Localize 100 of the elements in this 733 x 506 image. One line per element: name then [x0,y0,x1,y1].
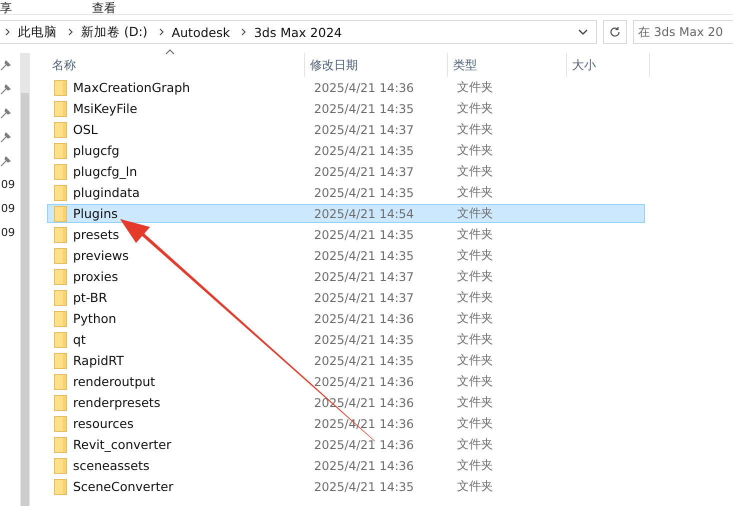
folder-icon [54,206,67,222]
file-row[interactable]: MsiKeyFile 2025/4/21 14:35 文件夹 [47,99,645,118]
file-row[interactable]: RapidRT 2025/4/21 14:35 文件夹 [47,351,645,370]
file-row[interactable]: pt-BR 2025/4/21 14:37 文件夹 [47,288,645,307]
breadcrumb-item[interactable]: 此电脑 [12,24,63,40]
column-header[interactable]: 类型 [448,53,567,77]
file-name: renderoutput [73,374,156,389]
folder-icon [54,226,67,242]
file-type: 文件夹 [456,79,494,96]
file-row[interactable]: Revit_converter 2025/4/21 14:36 文件夹 [47,435,645,454]
file-row[interactable]: sceneassets 2025/4/21 14:36 文件夹 [47,456,645,475]
nav-item-label[interactable]: 09 [0,221,15,245]
file-type: 文件夹 [456,142,494,159]
file-type: 文件夹 [456,121,494,138]
file-row[interactable]: presets 2025/4/21 14:35 文件夹 [47,225,645,244]
file-row[interactable]: plugcfg_ln 2025/4/21 14:37 文件夹 [47,162,645,181]
file-name: RapidRT [73,353,124,368]
modified-date: 2025/4/21 14:54 [313,206,415,220]
breadcrumb-item[interactable]: 3ds Max 2024 [248,24,348,40]
refresh-button[interactable] [603,20,627,44]
modified-date: 2025/4/21 14:37 [313,290,415,304]
pin-icon[interactable] [0,83,12,95]
file-name: plugindata [73,185,140,200]
chevron-down-icon[interactable] [578,28,588,36]
file-type: 文件夹 [456,331,494,348]
file-type: 文件夹 [456,100,494,117]
file-row[interactable]: proxies 2025/4/21 14:37 文件夹 [47,267,645,286]
file-type: 文件夹 [456,226,494,243]
file-type: 文件夹 [456,247,494,264]
modified-date: 2025/4/21 14:37 [313,164,415,178]
modified-date: 2025/4/21 14:36 [313,458,415,472]
file-row[interactable]: SceneConverter 2025/4/21 14:35 文件夹 [47,477,645,496]
file-name: plugcfg [73,143,120,158]
file-row[interactable]: qt 2025/4/21 14:35 文件夹 [47,330,645,349]
file-name: renderpresets [73,395,160,410]
file-row[interactable]: renderoutput 2025/4/21 14:36 文件夹 [47,372,645,391]
folder-icon [54,416,67,432]
file-name: presets [73,227,120,242]
modified-date: 2025/4/21 14:36 [313,80,415,94]
file-type: 文件夹 [456,310,494,327]
modified-date: 2025/4/21 14:35 [313,248,415,262]
file-name: plugcfg_ln [73,164,138,179]
file-name: SceneConverter [73,479,174,494]
file-type: 文件夹 [456,478,494,495]
pin-icon[interactable] [0,59,12,71]
file-row[interactable]: plugcfg 2025/4/21 14:35 文件夹 [47,141,645,160]
nav-item-label[interactable]: 09 [0,197,15,221]
folder-icon [54,458,67,474]
breadcrumb-item[interactable]: Autodesk [166,24,236,40]
file-type: 文件夹 [456,352,494,369]
folder-icon [54,478,67,494]
folder-icon [54,310,67,326]
file-type: 文件夹 [456,436,494,453]
file-row[interactable]: MaxCreationGraph 2025/4/21 14:36 文件夹 [47,78,645,97]
file-type: 文件夹 [456,163,494,180]
pin-icon[interactable] [0,155,12,167]
modified-date: 2025/4/21 14:37 [313,270,415,284]
column-header[interactable]: 名称 [47,53,305,77]
chevron-right-icon [158,28,166,36]
pin-icon[interactable] [0,131,12,143]
file-name: Revit_converter [73,437,172,452]
file-row[interactable]: Python 2025/4/21 14:36 文件夹 [47,309,645,328]
file-type: 文件夹 [456,394,494,411]
file-row[interactable]: plugindata 2025/4/21 14:35 文件夹 [47,183,645,202]
chevron-right-icon [240,28,248,36]
folder-icon [54,164,67,180]
chevron-right-icon [4,28,12,36]
modified-date: 2025/4/21 14:35 [313,480,415,494]
file-row[interactable]: Plugins 2025/4/21 14:54 文件夹 [47,204,645,223]
folder-icon [54,394,67,410]
column-header[interactable]: 大小 [567,53,650,77]
scrollbar[interactable] [20,53,30,506]
file-name: OSL [73,122,98,137]
file-row[interactable]: OSL 2025/4/21 14:37 文件夹 [47,120,645,139]
refresh-icon [609,26,622,38]
address-bar[interactable]: 此电脑 新加卷 (D:) Autodesk 3ds Max 2024 [0,20,598,44]
folder-icon [54,122,67,138]
pin-icon[interactable] [0,107,12,119]
column-header[interactable]: 修改日期 [305,53,448,77]
folder-icon [54,352,67,368]
folder-icon [54,436,67,452]
search-field[interactable]: 在 3ds Max 20 [633,20,733,44]
file-type: 文件夹 [456,415,494,432]
file-name: previews [73,248,129,263]
modified-date: 2025/4/21 14:35 [313,354,415,368]
modified-date: 2025/4/21 14:35 [313,228,415,242]
nav-item-label[interactable]: 09 [0,173,15,197]
modified-date: 2025/4/21 14:36 [313,438,415,452]
file-type: 文件夹 [456,268,494,285]
menu-item[interactable]: 查看 [92,2,116,14]
file-type: 文件夹 [456,457,494,474]
breadcrumb-item[interactable]: 新加卷 (D:) [75,24,154,40]
folder-icon [54,142,67,158]
modified-date: 2025/4/21 14:35 [313,332,415,346]
folder-icon [54,80,67,96]
file-name: pt-BR [73,290,108,305]
modified-date: 2025/4/21 14:35 [313,102,415,116]
file-row[interactable]: previews 2025/4/21 14:35 文件夹 [47,246,645,265]
menu-item[interactable]: 享 [0,2,12,14]
modified-date: 2025/4/21 14:36 [313,312,415,326]
